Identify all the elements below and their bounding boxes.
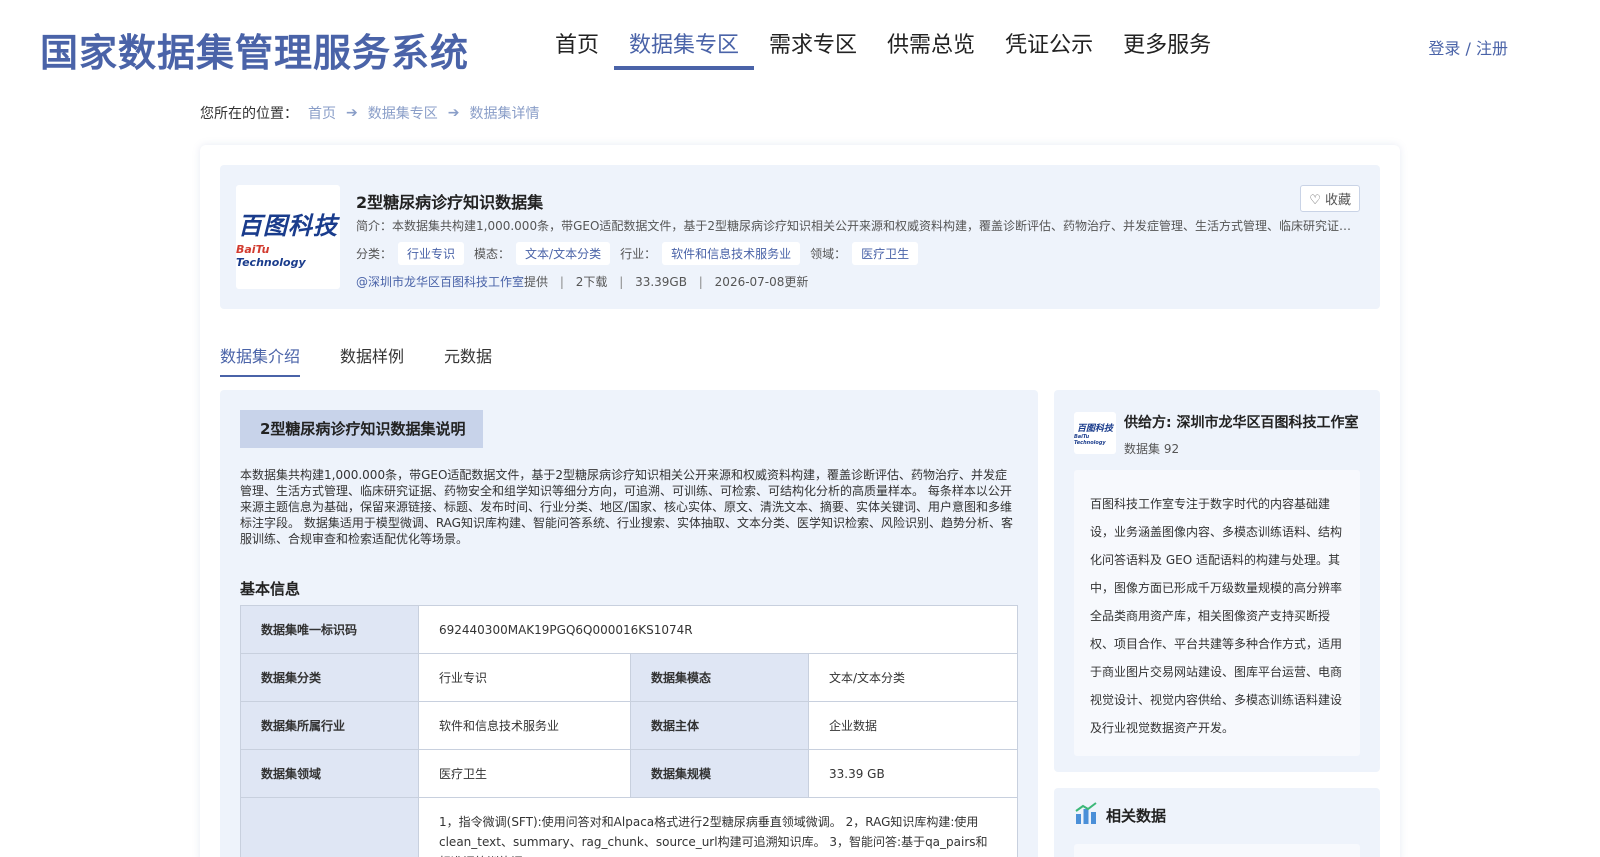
dataset-summary: 百图科技 BaiTu Technology 2型糖尿病诊疗知识数据集 简介：本数… [220,165,1380,309]
table-value: 企业数据 [808,701,1018,750]
table-key [240,797,419,857]
table-row: 数据集领域 医疗卫生 数据集规模 33.39 GB [240,749,1018,798]
nav-overview[interactable]: 供需总览 [872,28,990,68]
table-value: 692440300MAK19PGQ6Q000016KS1074R [418,605,1018,654]
tab-samples[interactable]: 数据样例 [340,343,404,377]
tag-label-domain: 领域： [810,247,847,261]
updated-date: 2026-07-08更新 [714,275,809,289]
breadcrumb: 您所在的位置： 首页 ➔ 数据集专区 ➔ 数据集详情 [200,103,539,123]
dataset-size: 33.39GB [635,275,687,289]
supplier-name[interactable]: 供给方: 深圳市龙华区百图科技工作室 [1124,412,1358,432]
dataset-meta: @深圳市龙华区百图科技工作室提供 | 2下载 | 33.39GB | 2026-… [356,275,809,289]
logo-en-text: BaiTu Technology [236,242,306,269]
provider-link[interactable]: @深圳市龙华区百图科技工作室 [356,275,524,289]
nav-more-services[interactable]: 更多服务 [1108,28,1226,68]
table-row: 1，指令微调(SFT):使用问答对和Alpaca格式进行2型糖尿病垂直领域微调。… [240,797,1018,857]
detail-tabs: 数据集介绍 数据样例 元数据 [220,343,532,377]
auth-links: 登录 / 注册 [1428,35,1508,59]
tag-industry[interactable]: 软件和信息技术服务业 [662,242,801,265]
dataset-logo: 百图科技 BaiTu Technology [236,185,340,289]
table-key: 数据主体 [630,701,809,750]
arrow-right-icon: ➔ [447,105,460,121]
related-list-item[interactable] [1074,844,1360,857]
tag-label-industry: 行业： [620,247,657,261]
table-key: 数据集所属行业 [240,701,419,750]
auth-separator: / [1460,39,1476,58]
supplier-dataset-count: 数据集 92 [1124,442,1180,456]
nav-demands[interactable]: 需求专区 [754,28,872,68]
logo-cn-text: 百图科技 [238,211,338,240]
table-value: 医疗卫生 [418,749,631,798]
supplier-panel: 百图科技 BaiTu Technology 供给方: 深圳市龙华区百图科技工作室… [1054,390,1380,772]
table-key: 数据集规模 [630,749,809,798]
nav-certificates[interactable]: 凭证公示 [990,28,1108,68]
table-value: 33.39 GB [808,749,1018,798]
favorite-button[interactable]: ♡ 收藏 [1300,185,1360,212]
basic-info-title: 基本信息 [240,580,301,598]
table-key: 数据集领域 [240,749,419,798]
supplier-description: 百图科技工作室专注于数字时代的内容基础建设，业务涵盖图像内容、多模态训练语料、结… [1074,470,1360,756]
table-value: 文本/文本分类 [808,653,1018,702]
tag-modality[interactable]: 文本/文本分类 [516,242,611,265]
table-value: 软件和信息技术服务业 [418,701,631,750]
tag-domain[interactable]: 医疗卫生 [852,242,919,265]
table-key: 数据集模态 [630,653,809,702]
related-data-panel: 相关数据 [1054,788,1380,857]
tag-category[interactable]: 行业专识 [398,242,465,265]
dataset-intro: 简介：本数据集共构建1,000.000条，带GEO适配数据文件，基于2型糖尿病诊… [356,219,1356,233]
breadcrumb-home[interactable]: 首页 [308,103,336,123]
breadcrumb-datasets[interactable]: 数据集专区 [368,103,438,123]
arrow-right-icon: ➔ [346,105,358,121]
table-row: 数据集唯一标识码 692440300MAK19PGQ6Q000016KS1074… [240,605,1018,654]
dataset-title: 2型糖尿病诊疗知识数据集 [356,193,544,212]
breadcrumb-detail[interactable]: 数据集详情 [469,103,539,123]
tag-label-modality: 模态： [474,247,511,261]
basic-info-table: 数据集唯一标识码 692440300MAK19PGQ6Q000016KS1074… [240,605,1018,857]
table-value: 行业专识 [418,653,631,702]
breadcrumb-label: 您所在的位置： [200,106,298,122]
supplier-logo-en: BaiTu Technology [1074,433,1106,446]
bar-chart-icon [1075,802,1097,824]
table-row: 数据集所属行业 软件和信息技术服务业 数据主体 企业数据 [240,701,1018,750]
heart-icon: ♡ [1309,193,1321,208]
table-key: 数据集分类 [240,653,419,702]
tab-introduction[interactable]: 数据集介绍 [220,343,301,377]
login-link[interactable]: 登录 [1428,39,1460,58]
intro-section-title: 2型糖尿病诊疗知识数据集说明 [240,410,483,448]
tab-metadata[interactable]: 元数据 [444,343,492,377]
supplier-logo-cn: 百图科技 [1076,423,1113,434]
nav-datasets[interactable]: 数据集专区 [614,28,755,70]
intro-description: 本数据集共构建1,000.000条，带GEO适配数据文件，基于2型糖尿病诊疗知识… [240,468,1013,546]
dataset-tags: 分类： 行业专识 模态： 文本/文本分类 行业： 软件和信息技术服务业 领域： … [356,242,928,265]
tag-label-category: 分类： [356,247,393,261]
site-title[interactable]: 国家数据集管理服务系统 [40,22,469,77]
nav-home[interactable]: 首页 [540,28,614,68]
favorite-label: 收藏 [1324,193,1351,208]
intro-panel: 2型糖尿病诊疗知识数据集说明 本数据集共构建1,000.000条，带GEO适配数… [220,390,1038,857]
register-link[interactable]: 注册 [1476,39,1508,58]
dataset-detail-card: 百图科技 BaiTu Technology 2型糖尿病诊疗知识数据集 简介：本数… [200,145,1400,857]
table-row: 数据集分类 行业专识 数据集模态 文本/文本分类 [240,653,1018,702]
supplier-logo[interactable]: 百图科技 BaiTu Technology [1074,412,1116,454]
table-key: 数据集唯一标识码 [240,605,419,654]
main-nav: 首页 数据集专区 需求专区 供需总览 凭证公示 更多服务 [540,28,1226,70]
usage-value: 1，指令微调(SFT):使用问答对和Alpaca格式进行2型糖尿病垂直领域微调。… [418,797,1018,857]
provided-text: 提供 [524,275,549,289]
download-count: 2下载 [575,275,608,289]
related-data-title: 相关数据 [1106,807,1167,825]
